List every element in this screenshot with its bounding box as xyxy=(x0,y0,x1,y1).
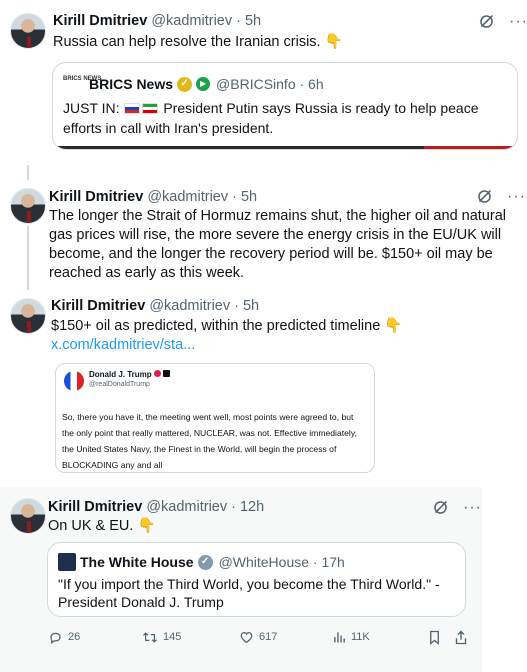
author-name[interactable]: Kirill Dmitriev xyxy=(53,13,147,29)
trump-avatar xyxy=(64,371,84,391)
quoted-tweet-text: "If you import the Third World, you beco… xyxy=(58,576,440,610)
screenshot-text: So, there you have it, the meeting went … xyxy=(62,412,357,470)
tweet-actions: ··· xyxy=(476,188,526,205)
screenshot-author-name: Donald J. Trump xyxy=(89,370,171,379)
brics-logo: BRICS NEWS xyxy=(63,76,102,82)
bookmark-icon xyxy=(430,630,439,645)
reply-icon xyxy=(50,632,61,644)
badge-icon xyxy=(163,370,171,377)
white-house-logo-icon xyxy=(58,553,76,571)
views-icon xyxy=(334,632,345,643)
avatar[interactable] xyxy=(10,298,46,334)
tweet-link[interactable]: x.com/kadmitriev/sta... xyxy=(51,336,351,355)
tweet-actions: ··· xyxy=(432,499,482,516)
more-options-icon[interactable]: ··· xyxy=(463,499,482,515)
quoted-author-handle[interactable]: @BRICSinfo · 6h xyxy=(216,75,324,93)
russia-flag-icon xyxy=(124,103,141,114)
verified-badge-icon: ✓ xyxy=(197,554,213,570)
tweet-actions: ··· xyxy=(478,13,527,30)
repost-count: 145 xyxy=(163,631,182,643)
views-button[interactable]: 11K xyxy=(333,630,370,644)
repost-button[interactable]: 145 xyxy=(142,630,181,645)
quoted-author-name[interactable]: The White House xyxy=(80,553,194,571)
quoted-tweet[interactable]: The White House ✓ @WhiteHouse · 17h "If … xyxy=(47,542,466,617)
avatar[interactable] xyxy=(10,498,46,534)
author-handle[interactable]: @kadmitriev · 5h xyxy=(149,298,259,314)
author-name[interactable]: Kirill Dmitriev xyxy=(49,189,143,205)
badge-icon xyxy=(153,370,161,377)
tweet-text: On UK & EU. 👇 xyxy=(48,518,156,534)
author-handle[interactable]: @kadmitriev · 5h xyxy=(147,189,257,205)
media-strip xyxy=(53,146,517,149)
tweet-text: $150+ oil as predicted, within the predi… xyxy=(51,318,403,334)
tweet-text: The longer the Strait of Hormuz remains … xyxy=(49,208,506,281)
verified-badge-icon: ✓ xyxy=(177,76,193,92)
thread-line xyxy=(27,226,29,294)
tweet-card-3[interactable]: Kirill Dmitriev @kadmitriev · 5h $150+ o… xyxy=(0,290,430,473)
screenshot-author-handle: @realDonaldTrump xyxy=(89,381,150,388)
avatar[interactable] xyxy=(10,188,46,224)
heart-icon xyxy=(240,631,253,643)
more-options-icon[interactable]: ··· xyxy=(509,13,527,29)
quoted-tweet-text: JUST IN: President Putin says Russia is … xyxy=(63,98,503,138)
grok-icon[interactable] xyxy=(476,188,493,205)
quoted-author-handle[interactable]: @WhiteHouse · 17h xyxy=(219,553,345,571)
iran-flag-icon xyxy=(142,103,159,114)
reply-button[interactable]: 26 xyxy=(48,630,80,645)
affiliate-badge-icon: ▶ xyxy=(196,77,211,91)
author-handle[interactable]: @kadmitriev · 12h xyxy=(146,499,264,515)
grok-icon[interactable] xyxy=(478,13,495,30)
quoted-text-prefix: JUST IN: xyxy=(63,100,120,116)
tweet-header: Kirill Dmitriev @kadmitriev · 5h xyxy=(51,297,259,315)
quoted-tweet-header: The White House ✓ @WhiteHouse · 17h xyxy=(58,553,345,571)
tweet-text: Russia can help resolve the Iranian cris… xyxy=(53,34,343,50)
grok-icon[interactable] xyxy=(432,499,449,516)
repost-icon xyxy=(143,631,157,643)
like-button[interactable]: 617 xyxy=(239,630,277,645)
views-count: 11K xyxy=(351,631,370,643)
share-icon xyxy=(455,630,467,644)
reply-count: 26 xyxy=(68,631,81,643)
author-name[interactable]: Kirill Dmitriev xyxy=(51,298,145,314)
tweet-header: Kirill Dmitriev @kadmitriev · 5h xyxy=(53,12,261,30)
share-button[interactable] xyxy=(454,630,468,645)
quoted-tweet[interactable]: BRICS NEWS BRICS News ✓ ▶ @BRICSinfo · 6… xyxy=(52,62,518,150)
engagement-bar: 26 145 617 11K xyxy=(0,627,482,647)
tweet-card-4[interactable]: Kirill Dmitriev @kadmitriev · 12h ··· On… xyxy=(0,487,482,672)
embedded-screenshot[interactable]: Donald J. Trump @realDonaldTrump So, the… xyxy=(55,363,375,473)
tweet-card-2[interactable]: Kirill Dmitriev @kadmitriev · 5h ··· The… xyxy=(0,180,527,288)
bookmark-button[interactable] xyxy=(428,630,441,645)
author-name[interactable]: Kirill Dmitriev xyxy=(48,499,142,515)
avatar[interactable] xyxy=(10,13,46,49)
more-options-icon[interactable]: ··· xyxy=(507,188,526,204)
author-handle[interactable]: @kadmitriev · 5h xyxy=(151,13,261,29)
like-count: 617 xyxy=(259,631,278,643)
quoted-author-name[interactable]: BRICS News xyxy=(89,75,173,93)
quoted-tweet-header: BRICS NEWS BRICS News ✓ ▶ @BRICSinfo · 6… xyxy=(63,75,324,93)
tweet-header: Kirill Dmitriev @kadmitriev · 5h xyxy=(49,188,257,206)
tweet-card-1[interactable]: Kirill Dmitriev @kadmitriev · 5h ··· Rus… xyxy=(0,0,527,160)
screenshot-author-name-text: Donald J. Trump xyxy=(89,370,152,379)
tweet-header: Kirill Dmitriev @kadmitriev · 12h xyxy=(48,498,264,516)
